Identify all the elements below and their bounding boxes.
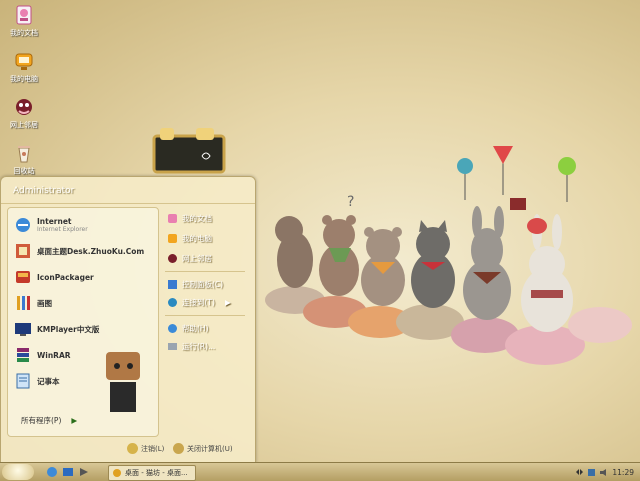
start-menu-header: Administrator xyxy=(1,177,255,204)
control-panel-icon xyxy=(168,279,177,289)
menu-divider xyxy=(165,271,245,272)
quick-launch-desktop-icon[interactable] xyxy=(62,466,74,478)
logoff-icon xyxy=(127,443,138,454)
svg-text:?: ? xyxy=(347,194,354,210)
taskbar-task-button[interactable]: 桌面 - 猫坊 - 桌面... xyxy=(108,465,196,481)
place-my-documents[interactable]: 我的文档 xyxy=(167,211,212,225)
tool-help[interactable]: 帮助(H) xyxy=(167,321,209,335)
pinned-programs-panel: Internet Internet Explorer 桌面主题Desk.ZhuoK… xyxy=(7,207,159,437)
tray-network-icon[interactable] xyxy=(587,468,596,477)
program-paint[interactable]: 画图 xyxy=(14,292,154,314)
system-tray: 11:29 xyxy=(570,465,638,479)
winrar-icon xyxy=(17,348,29,362)
chalkboard-decoration xyxy=(152,128,226,174)
my-computer-icon xyxy=(15,53,33,70)
tool-run[interactable]: 运行(R)... xyxy=(167,339,215,353)
network-places-icon xyxy=(16,99,32,115)
my-computer-icon xyxy=(168,233,177,243)
my-documents-icon xyxy=(168,213,177,223)
desktop-icon-network-places[interactable]: 网上邻居 xyxy=(4,96,44,130)
menu-divider xyxy=(165,315,245,316)
program-iconpackager[interactable]: IconPackager xyxy=(14,266,154,288)
desktop-icon-recycle-bin[interactable]: 回收站 xyxy=(4,142,44,176)
clock: 11:29 xyxy=(612,467,634,477)
my-documents-icon xyxy=(16,5,32,25)
desktop-icon-my-documents[interactable]: 我的文档 xyxy=(4,4,44,38)
start-menu: Administrator Internet Internet Explorer … xyxy=(0,176,256,463)
help-icon xyxy=(168,323,177,333)
run-icon xyxy=(168,342,177,350)
user-name: Administrator xyxy=(13,186,75,196)
start-menu-footer: 注销(L) 关闭计算机(U) xyxy=(1,439,255,461)
program-kmplayer[interactable]: KMPlayer中文版 xyxy=(14,318,154,340)
taskbar: 桌面 - 猫坊 - 桌面... 11:29 xyxy=(0,462,640,481)
browser-icon xyxy=(113,469,121,477)
setting-connect-to[interactable]: 连接到(T) ▶ xyxy=(167,295,231,309)
place-my-computer[interactable]: 我的电脑 xyxy=(167,231,212,245)
theme-icon xyxy=(16,244,30,258)
desktop-icon-my-computer[interactable]: 我的电脑 xyxy=(4,50,44,84)
kmplayer-icon xyxy=(15,323,31,336)
arrow-right-icon: ▶ xyxy=(224,297,231,307)
iconpackager-icon xyxy=(16,271,30,283)
network-places-icon xyxy=(168,253,177,263)
quick-launch-media-icon[interactable] xyxy=(78,466,90,478)
start-button[interactable] xyxy=(2,464,34,480)
power-icon xyxy=(173,443,184,454)
logoff-button[interactable]: 注销(L) xyxy=(127,443,164,454)
recycle-bin-icon xyxy=(18,146,30,163)
quick-launch-ie-icon[interactable] xyxy=(46,466,58,478)
all-programs-button[interactable]: 所有程序(P) ▶ xyxy=(21,415,141,429)
internet-explorer-icon xyxy=(16,218,30,232)
paint-icon xyxy=(17,296,30,310)
plush-animals-wallpaper: ? xyxy=(265,146,632,365)
arrow-right-icon: ▶ xyxy=(71,416,78,425)
place-network[interactable]: 网上邻居 xyxy=(167,251,212,265)
setting-control-panel[interactable]: 控制面板(C) xyxy=(167,277,223,291)
program-desktop-theme[interactable]: 桌面主题Desk.ZhuoKu.Com xyxy=(14,240,154,262)
connect-to-icon xyxy=(168,297,177,307)
program-internet-explorer[interactable]: Internet Internet Explorer xyxy=(14,214,154,236)
shutdown-button[interactable]: 关闭计算机(U) xyxy=(173,443,233,454)
places-panel: 我的文档 我的电脑 网上邻居 控制面板(C) 连接到(T) ▶ 帮助(H) 运行(… xyxy=(161,207,251,435)
tray-arrows-icon[interactable] xyxy=(575,468,584,477)
notepad-icon xyxy=(16,373,30,389)
tray-volume-icon[interactable] xyxy=(599,468,608,477)
